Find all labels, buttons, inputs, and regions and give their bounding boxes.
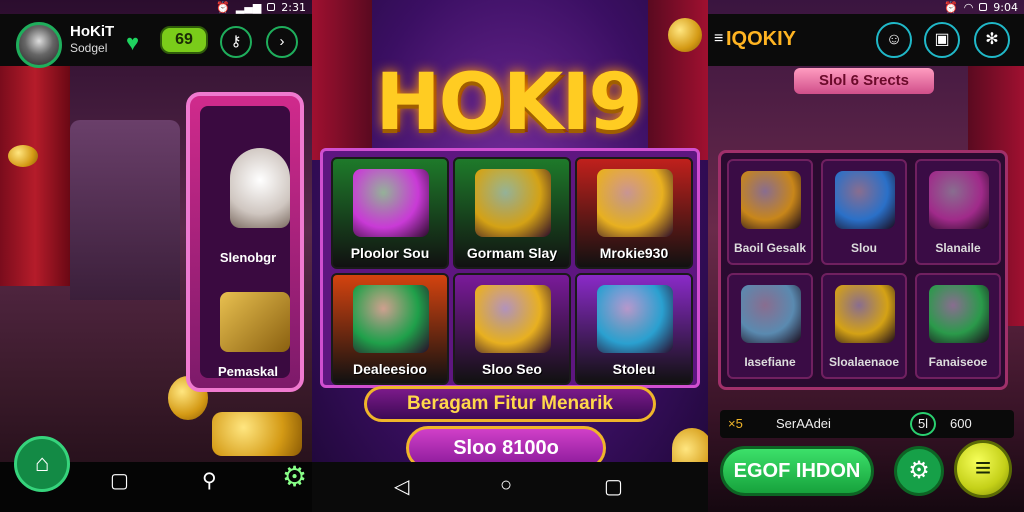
lollipop-symbol bbox=[835, 171, 895, 229]
section-heading: Slol 6 Srects bbox=[794, 68, 934, 94]
status-bar: ⏰ ▂▄▆ 2:31 bbox=[210, 0, 312, 14]
brand: HoKiT Sodgel bbox=[70, 24, 114, 56]
coin-symbol bbox=[835, 285, 895, 343]
battery-icon bbox=[979, 3, 988, 11]
square-icon[interactable]: ▢ bbox=[110, 468, 129, 493]
key-icon[interactable]: ⚷ bbox=[220, 26, 252, 58]
cash-symbol bbox=[929, 285, 989, 343]
chevron-right-icon[interactable]: › bbox=[266, 26, 298, 58]
coin-pill[interactable]: 69 bbox=[160, 26, 208, 54]
info-bar: ×5 SerAAdei 5l 600 bbox=[720, 410, 1014, 438]
symbol-label: Pemaskal bbox=[218, 364, 278, 379]
avatar[interactable] bbox=[16, 22, 62, 68]
coin-stack bbox=[212, 412, 302, 456]
slot-cell[interactable]: Baoil Gesalk bbox=[727, 159, 813, 265]
curtain-left bbox=[0, 66, 70, 286]
slot-frame: Slenobgr Pemaskal bbox=[186, 92, 304, 392]
cell-label: Ploolor Sou bbox=[350, 245, 430, 261]
home-icon[interactable]: ⌂ bbox=[14, 436, 70, 492]
status-time: 9:04 bbox=[993, 0, 1018, 14]
recents-icon[interactable]: ▢ bbox=[604, 474, 623, 499]
battery-icon bbox=[267, 3, 276, 11]
slot-cell[interactable]: Slou bbox=[821, 159, 907, 265]
settings-icon[interactable]: ✻ bbox=[974, 22, 1010, 58]
coin-decoration bbox=[668, 18, 702, 52]
primary-button[interactable]: EGOF IHDON bbox=[720, 446, 874, 496]
gift-icon[interactable]: ▣ bbox=[924, 22, 960, 58]
cell-label: Sloo Seo bbox=[482, 361, 542, 377]
cell-label: Iasefiane bbox=[744, 355, 796, 369]
slot-cell[interactable]: Dealeesioo bbox=[331, 273, 449, 385]
multiplier-badge: ×5 bbox=[728, 416, 743, 431]
slot-cell[interactable]: Stoleu bbox=[575, 273, 693, 385]
gift-symbol bbox=[597, 285, 673, 353]
home-icon[interactable]: ○ bbox=[500, 474, 512, 497]
left-screen: ⏰ ▂▄▆ 2:31 HoKiT Sodgel ♥ 69 ⚷ › Slenobg… bbox=[0, 0, 312, 512]
shield-symbol bbox=[597, 169, 673, 237]
gear-icon[interactable]: ⚙ bbox=[282, 460, 307, 493]
cell-label: Dealeesioo bbox=[353, 361, 427, 377]
brand-subtitle: Sodgel bbox=[70, 41, 108, 55]
feature-banner: Beragam Fitur Menarik bbox=[364, 386, 656, 422]
search-icon[interactable]: ⚲ bbox=[202, 468, 217, 493]
treasure-symbol bbox=[220, 292, 290, 352]
orb-symbol bbox=[353, 285, 429, 353]
status-bar: ⏰ ◠ 9:04 bbox=[938, 0, 1024, 14]
slot-cell[interactable]: Fanaiseoe bbox=[915, 273, 1001, 379]
cell-label: Stoleu bbox=[612, 361, 656, 377]
alarm-icon: ⏰ bbox=[216, 0, 230, 14]
slot-cell[interactable]: Slanaile bbox=[915, 159, 1001, 265]
app-title: IQOKIY bbox=[726, 28, 797, 50]
status-time: 2:31 bbox=[281, 0, 306, 14]
coin-decoration bbox=[8, 145, 38, 167]
cell-label: Mrokie930 bbox=[599, 245, 669, 261]
slot-grid: Baoil Gesalk Slou Slanaile Iasefiane Slo… bbox=[718, 150, 1008, 390]
cell-label: Fanaiseoe bbox=[928, 355, 988, 369]
cell-label: Slou bbox=[851, 241, 877, 255]
q-symbol bbox=[741, 285, 801, 343]
gear-icon[interactable]: ⚙ bbox=[894, 446, 944, 496]
app-header: HoKiT Sodgel ♥ 69 ⚷ › bbox=[0, 14, 312, 68]
alarm-icon: ⏰ bbox=[943, 0, 958, 14]
profile-icon[interactable]: ☺ bbox=[876, 22, 912, 58]
menu-icon[interactable]: ≡ bbox=[714, 30, 723, 48]
game-logo: HOKI9 bbox=[375, 58, 642, 148]
slot-grid: Ploolor Sou Gormam Slay Mrokie930 Dealee… bbox=[320, 148, 700, 388]
back-icon[interactable]: ◁ bbox=[394, 474, 409, 499]
cell-label: Baoil Gesalk bbox=[733, 241, 807, 255]
cell-label: Sloalaenaoe bbox=[828, 355, 900, 369]
right-screen: ⏰ ◠ 9:04 ≡ IQOKIY ☺ ▣ ✻ Slol 6 Srects Ba… bbox=[708, 0, 1024, 512]
slot-cell[interactable]: Gormam Slay bbox=[453, 157, 571, 269]
wifi-icon: ◠ bbox=[963, 0, 974, 14]
background-building bbox=[70, 120, 180, 300]
menu-button[interactable]: ≡ bbox=[954, 440, 1012, 498]
cell-label: Slanaile bbox=[935, 241, 981, 255]
dog-symbol bbox=[230, 148, 290, 228]
hand-symbol bbox=[741, 171, 801, 229]
amount-value: 600 bbox=[950, 416, 972, 431]
slot-cell[interactable]: Iasefiane bbox=[727, 273, 813, 379]
brand-name: HoKiT bbox=[70, 23, 115, 40]
signal-icon: ▂▄▆ bbox=[235, 0, 262, 14]
app-header: ≡ IQOKIY ☺ ▣ ✻ bbox=[708, 14, 1024, 66]
symbol-label: Slenobgr bbox=[219, 250, 277, 265]
code-badge: 5l bbox=[910, 412, 936, 436]
slot-cell[interactable]: Mrokie930 bbox=[575, 157, 693, 269]
slot-cell[interactable]: Sloalaenaoe bbox=[821, 273, 907, 379]
player-name: SerAAdei bbox=[776, 416, 831, 431]
banana-symbol bbox=[475, 285, 551, 353]
heart-icon[interactable]: ♥ bbox=[126, 30, 139, 56]
slot-cell[interactable]: Ploolor Sou bbox=[331, 157, 449, 269]
center-screen: HOKI9 Ploolor Sou Gormam Slay Mrokie930 … bbox=[312, 0, 708, 512]
gem-symbol bbox=[929, 171, 989, 229]
cell-label: Gormam Slay bbox=[466, 245, 558, 261]
egg-symbol bbox=[475, 169, 551, 237]
gem-symbol bbox=[353, 169, 429, 237]
slot-cell[interactable]: Sloo Seo bbox=[453, 273, 571, 385]
